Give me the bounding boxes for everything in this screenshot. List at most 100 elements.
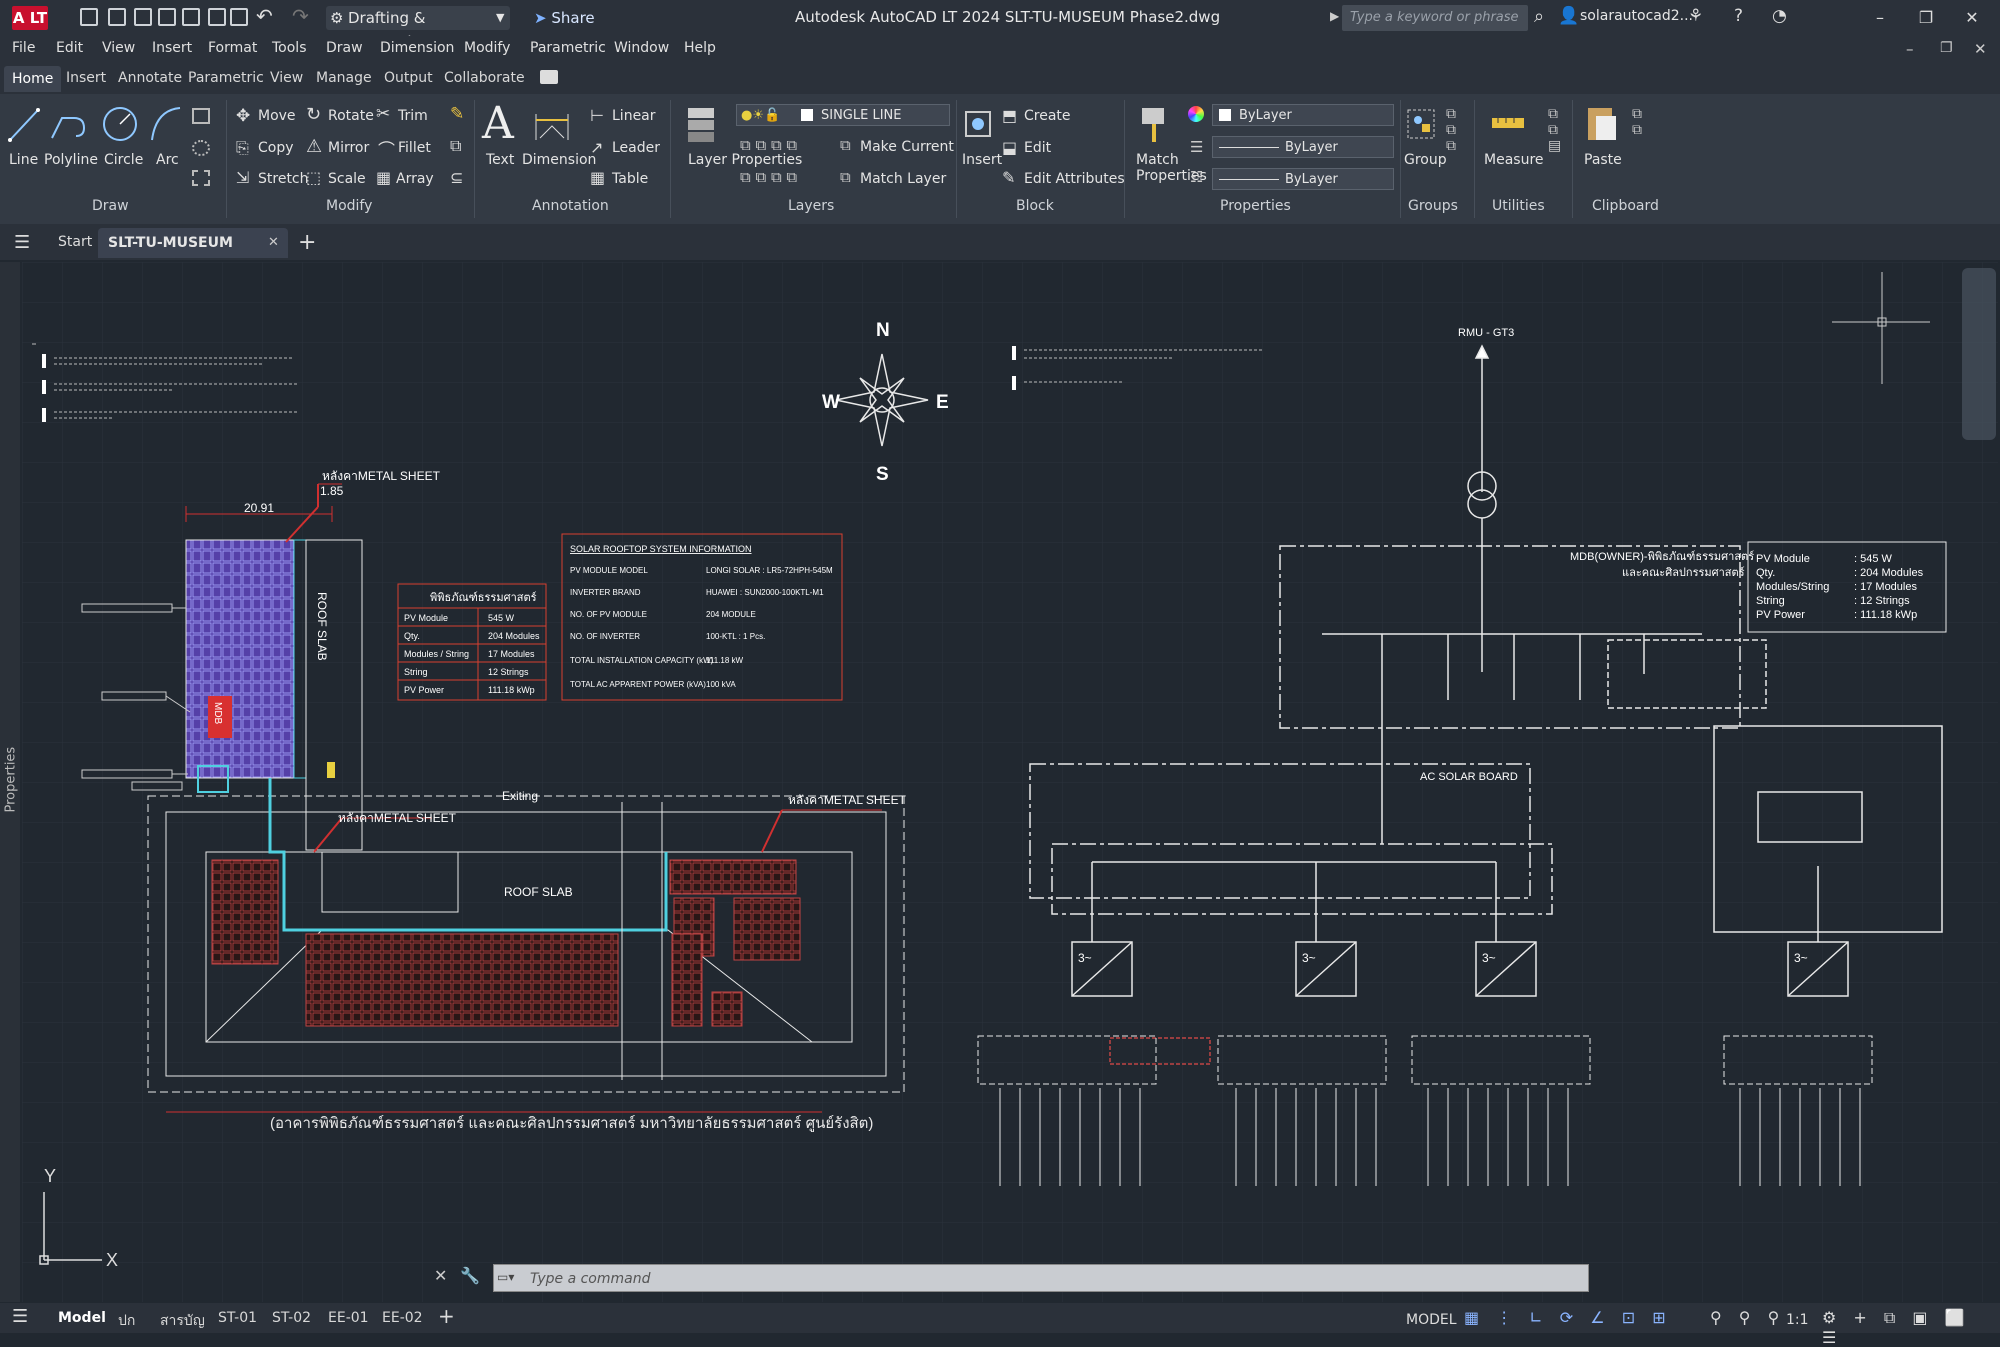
block-panel-title[interactable]: Block [1016, 198, 1054, 214]
workspace-settings-icons[interactable]: ⚙ + ⧉ ▣ ⬜ ☰ [1822, 1308, 2000, 1347]
share-button[interactable]: ➤ Share [534, 6, 595, 30]
fillet-icon[interactable]: ⌒ [378, 136, 395, 161]
menu-insert[interactable]: Insert [152, 40, 192, 56]
circle-icon[interactable] [100, 104, 140, 144]
array-button[interactable]: Array [396, 171, 434, 187]
cloud-icon[interactable]: ◔ [1772, 6, 1787, 26]
autodesk-app-icon[interactable]: ⚘ [1688, 6, 1703, 26]
menu-dimension[interactable]: Dimension [380, 40, 454, 56]
menu-help[interactable]: Help [684, 40, 716, 56]
layout-tab-toc[interactable]: สารบัญ [160, 1310, 205, 1332]
edit-block-icon[interactable]: ⬓ [1002, 138, 1017, 157]
text-icon[interactable]: A [482, 98, 514, 149]
minimize-icon[interactable]: – [1866, 6, 1894, 30]
user-account[interactable]: solarautocad2... [1580, 8, 1693, 24]
doc-close-icon[interactable]: ✕ [1974, 40, 1987, 58]
layout-tab-cover[interactable]: ปก [118, 1310, 135, 1332]
user-icon[interactable]: 👤 [1558, 6, 1579, 26]
search-icon[interactable]: ⌕ [1534, 6, 1544, 27]
chevron-right-icon[interactable]: ▶ [1330, 9, 1339, 23]
doc-minimize-icon[interactable]: – [1906, 40, 1914, 58]
undo-icon[interactable]: ↶ [256, 4, 273, 28]
leader-icon[interactable]: ↗ [590, 138, 603, 157]
annotation-scale[interactable]: 1:1 [1786, 1312, 1809, 1328]
layout-tab-ee02[interactable]: EE-02 [382, 1310, 423, 1326]
layer-tool-icons-2[interactable]: ⧉ ⧉ ⧉ ⧉ [740, 168, 797, 186]
copy-icon[interactable]: ⎘ [236, 138, 249, 158]
mirror-button[interactable]: Mirror [328, 140, 369, 156]
trim-icon[interactable]: ✂ [376, 104, 390, 124]
publish-icon[interactable] [208, 8, 226, 26]
groups-panel-title[interactable]: Groups [1408, 198, 1458, 214]
draw-panel-title[interactable]: Draw [92, 198, 129, 214]
save-as-icon[interactable] [158, 8, 176, 26]
menu-format[interactable]: Format [208, 40, 257, 56]
table-icon[interactable]: ▦ [590, 168, 605, 187]
dimension-label[interactable]: Dimension [522, 152, 596, 168]
dimension-icon[interactable] [532, 104, 572, 144]
make-current-icon[interactable]: ⧉ [840, 136, 851, 154]
layers-panel-title[interactable]: Layers [788, 198, 834, 214]
hatch-icon[interactable] [192, 140, 210, 156]
arc-label[interactable]: Arc [156, 152, 179, 168]
layer-tool-icons[interactable]: ⧉ ⧉ ⧉ ⧉ [740, 136, 797, 154]
group-label[interactable]: Group [1404, 152, 1447, 168]
erase-icon[interactable]: ✎ [450, 104, 464, 124]
print-icon[interactable] [230, 8, 248, 26]
paste-label[interactable]: Paste [1584, 152, 1622, 168]
menu-tools[interactable]: Tools [272, 40, 307, 56]
annotation-panel-title[interactable]: Annotation [532, 198, 609, 214]
utility-tool-icons[interactable]: ⧉ ⧉ ▤ [1548, 106, 1561, 154]
trim-button[interactable]: Trim [398, 108, 428, 124]
stretch-button[interactable]: Stretch [258, 171, 309, 187]
utilities-panel-title[interactable]: Utilities [1492, 198, 1545, 214]
clipboard-panel-title[interactable]: Clipboard [1592, 198, 1659, 214]
line-label[interactable]: Line [9, 152, 38, 168]
menu-draw[interactable]: Draw [326, 40, 363, 56]
new-file-icon[interactable] [80, 8, 98, 26]
command-close-icon[interactable]: ✕ [434, 1266, 447, 1285]
lineweight-dropdown[interactable]: ByLayer [1212, 168, 1394, 190]
make-current-button[interactable]: Make Current [860, 139, 954, 155]
line-icon[interactable] [6, 104, 42, 144]
insert-block-icon[interactable] [958, 102, 998, 146]
doc-restore-icon[interactable]: ❐ [1940, 40, 1953, 56]
edit-attributes-button[interactable]: Edit Attributes [1024, 171, 1125, 187]
tab-extra-icon[interactable] [540, 70, 558, 84]
search-input[interactable]: Type a keyword or phrase [1342, 5, 1528, 31]
new-tab-icon[interactable]: + [298, 230, 316, 255]
status-toggle-icons[interactable]: ▦ ⋮ ∟ ⟳ ∠ ⊡ ⊞ [1464, 1308, 1672, 1327]
stretch-icon[interactable]: ⇲ [236, 168, 249, 187]
drawing-canvas[interactable]: N S E W 20.91 1.85 หลังคาMETAL SHEET ROO… [22, 262, 1998, 1302]
layout-tab-ee01[interactable]: EE-01 [328, 1310, 369, 1326]
linear-icon[interactable]: ⊢ [590, 106, 604, 125]
tab-home[interactable]: Home [4, 66, 62, 92]
leader-button[interactable]: Leader [612, 140, 660, 156]
menu-window[interactable]: Window [614, 40, 669, 56]
create-block-button[interactable]: Create [1024, 108, 1071, 124]
layer-properties-label[interactable]: Layer Properties [688, 152, 802, 168]
redo-icon[interactable]: ↷ [292, 4, 309, 28]
layout-tab-st02[interactable]: ST-02 [272, 1310, 311, 1326]
copy-button[interactable]: Copy [258, 140, 294, 156]
offset-icon[interactable]: ⊆ [450, 168, 463, 187]
measure-icon[interactable] [1490, 106, 1526, 140]
autocad-logo-icon[interactable]: A LT [12, 6, 48, 30]
linear-button[interactable]: Linear [612, 108, 656, 124]
polyline-label[interactable]: Polyline [44, 152, 98, 168]
menu-parametric[interactable]: Parametric [530, 40, 606, 56]
tab-manage[interactable]: Manage [316, 70, 372, 86]
move-button[interactable]: Move [258, 108, 296, 124]
boundary-icon[interactable] [192, 170, 210, 186]
layout-tab-model[interactable]: Model [58, 1310, 106, 1326]
color-dropdown[interactable]: ByLayer [1212, 104, 1394, 126]
plot-icon[interactable] [182, 8, 200, 26]
explode-icon[interactable]: ⧉ [450, 136, 461, 156]
menu-view[interactable]: View [102, 40, 135, 56]
match-layer-button[interactable]: Match Layer [860, 171, 946, 187]
circle-label[interactable]: Circle [104, 152, 143, 168]
command-customize-icon[interactable]: 🔧 [460, 1266, 480, 1285]
match-properties-icon[interactable] [1136, 102, 1176, 146]
tab-annotate[interactable]: Annotate [118, 70, 182, 86]
open-file-icon[interactable] [108, 8, 126, 26]
